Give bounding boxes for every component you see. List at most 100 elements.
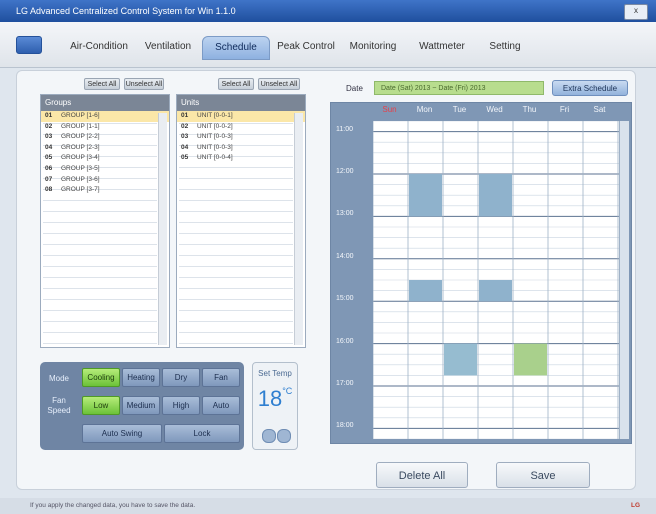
date-to: Date (Fri) 2013 (438, 85, 486, 92)
group-row[interactable]: 04 GROUP [2-3] (41, 143, 169, 154)
home-icon[interactable] (16, 36, 42, 54)
auto-swing-button[interactable]: Auto Swing (82, 424, 162, 443)
unit-row[interactable]: 05 UNIT [0-0-4] (177, 153, 305, 164)
groups-scrollbar[interactable] (158, 113, 167, 345)
unit-row[interactable]: 02 UNIT [0-0-2] (177, 122, 305, 133)
temp-down-button[interactable] (262, 429, 276, 443)
groups-unselect-all-button[interactable]: Unselect All (124, 78, 164, 90)
tab-schedule[interactable]: Schedule (202, 36, 270, 60)
groups-list[interactable]: Groups 01 GROUP [1-6] 02 GROUP [1-1] 03 GRO… (40, 94, 170, 348)
time-label: 12:00 (336, 168, 354, 175)
time-label: 15:00 (336, 295, 354, 303)
unit-row-name: UNIT [0-0-3] (197, 133, 233, 141)
schedule-grid (330, 102, 632, 444)
group-row-num: 05 (45, 154, 53, 162)
fan-medium-button[interactable]: Medium (122, 396, 160, 415)
set-temp-unit: °C (282, 386, 293, 396)
group-row-num: 08 (45, 186, 53, 194)
day-header: Fri (559, 105, 570, 114)
unit-row-name: UNIT [0-0-2] (197, 122, 233, 130)
schedule-block[interactable] (479, 280, 512, 302)
time-label: 14:00 (336, 252, 354, 260)
tab-bar: Air-Condition Ventilation Schedule Peak … (0, 22, 656, 68)
unit-row[interactable]: 04 UNIT [0-0-3] (177, 143, 305, 154)
window-title: LG Advanced Centralized Control System f… (16, 6, 236, 16)
schedule-block[interactable] (409, 280, 442, 302)
time-label: 13:00 (336, 210, 354, 218)
group-row[interactable]: 08 GROUP [3-7] (41, 185, 169, 196)
group-row-name: GROUP [3-7] (61, 186, 100, 194)
group-row-num: 02 (45, 122, 53, 130)
lock-button[interactable]: Lock (164, 424, 240, 443)
group-row-num: 03 (45, 133, 53, 141)
unit-row[interactable]: 03 UNIT [0-0-3] (177, 132, 305, 143)
schedule-block[interactable] (479, 174, 512, 217)
extra-schedule-button[interactable]: Extra Schedule (552, 80, 628, 96)
date-label: Date (346, 84, 363, 93)
tab-peak-control[interactable]: Peak Control (272, 36, 340, 58)
units-scrollbar[interactable] (294, 113, 303, 345)
unit-row-name: UNIT [0-0-4] (197, 154, 233, 162)
close-button[interactable]: x (624, 4, 648, 20)
group-row[interactable]: 02 GROUP [1-1] (41, 122, 169, 133)
group-row-name: GROUP [2-2] (61, 133, 100, 141)
group-row-name: GROUP [2-3] (61, 143, 100, 151)
schedule-block[interactable] (444, 343, 477, 376)
fan-speed-label: Fan Speed (47, 396, 71, 415)
group-row-name: GROUP [3-4] (61, 154, 100, 162)
lg-logo: LG (630, 502, 640, 509)
set-temp-label: Set Temp (258, 369, 292, 378)
time-label: 16:00 (336, 337, 354, 345)
day-header: Sat (593, 105, 606, 114)
day-header: Mon (416, 105, 433, 114)
units-unselect-all-button[interactable]: Unselect All (258, 78, 300, 90)
tab-monitoring[interactable]: Monitoring (342, 36, 404, 58)
mode-heating-button[interactable]: Heating (122, 368, 160, 387)
delete-all-button[interactable]: Delete All (376, 462, 468, 488)
units-list[interactable]: Units 01 UNIT [0-0-1] 02 UNIT [0-0-2] 03 UN… (176, 94, 306, 348)
temp-up-button[interactable] (277, 429, 291, 443)
date-range-field[interactable]: Date (Sat) 2013 ~ Date (Fri) 2013 (374, 81, 544, 95)
units-list-header: Units (177, 95, 305, 111)
unit-row-name: UNIT [0-0-3] (197, 143, 233, 151)
group-row[interactable]: 07 GROUP [3-6] (41, 175, 169, 186)
group-row-name: GROUP [3-6] (61, 175, 100, 183)
tab-setting[interactable]: Setting (480, 36, 530, 58)
group-row-num: 07 (45, 175, 53, 183)
schedule-block[interactable] (514, 343, 547, 376)
unit-row[interactable]: 01 UNIT [0-0-1] (177, 111, 305, 122)
mode-dry-button[interactable]: Dry (162, 368, 200, 387)
group-row[interactable]: 03 GROUP [2-2] (41, 132, 169, 143)
fan-low-button[interactable]: Low (82, 396, 120, 415)
groups-select-all-button[interactable]: Select All (84, 78, 120, 90)
schedule-scrollbar[interactable] (619, 121, 629, 439)
tab-air-condition[interactable]: Air-Condition (60, 36, 138, 58)
status-message: If you apply the changed data, you have … (30, 502, 196, 509)
mode-label: Mode (48, 374, 69, 383)
units-select-all-button[interactable]: Select All (218, 78, 254, 90)
group-row-name: GROUP [1-1] (61, 122, 100, 130)
group-row[interactable]: 06 GROUP [3-5] (41, 164, 169, 175)
group-row[interactable]: 05 GROUP [3-4] (41, 153, 169, 164)
date-from: Date (Sat) 2013 (381, 85, 431, 92)
mode-fan-button[interactable]: Fan (202, 368, 240, 387)
group-row[interactable]: 01 GROUP [1-6] (41, 111, 169, 122)
time-label: 11:00 (336, 125, 353, 133)
save-button[interactable]: Save (496, 462, 590, 488)
schedule-cells[interactable] (373, 121, 619, 439)
group-row-num: 01 (45, 112, 53, 119)
unit-row-name: UNIT [0-0-1] (197, 112, 233, 119)
schedule-block[interactable] (409, 174, 442, 217)
groups-list-header: Groups (41, 95, 169, 111)
mode-cooling-button[interactable]: Cooling (82, 368, 120, 387)
set-temp-value: 18 (257, 386, 283, 411)
group-row-num: 04 (45, 143, 53, 151)
fan-auto-button[interactable]: Auto (202, 396, 240, 415)
tab-wattmeter[interactable]: Wattmeter (410, 36, 474, 58)
unit-row-num: 01 (181, 112, 189, 119)
tab-ventilation[interactable]: Ventilation (138, 36, 198, 58)
day-header: Wed (486, 105, 503, 114)
group-row-name: GROUP [1-6] (61, 112, 100, 119)
fan-high-button[interactable]: High (162, 396, 200, 415)
unit-row-num: 05 (181, 154, 189, 162)
